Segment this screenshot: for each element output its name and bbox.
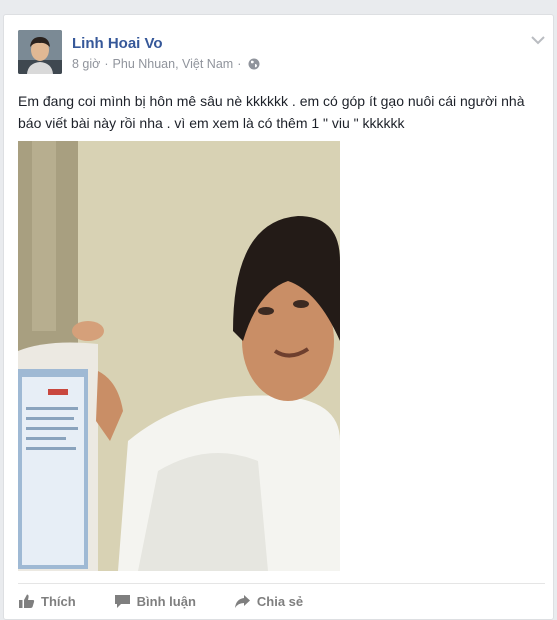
actions-divider [18, 583, 545, 584]
share-label: Chia sẻ [256, 593, 304, 609]
post-timestamp[interactable]: 8 giờ [72, 57, 100, 71]
meta-separator: · [237, 57, 242, 71]
post-photo[interactable] [18, 141, 340, 571]
meta-separator: · [104, 57, 109, 71]
comment-icon [114, 595, 130, 608]
post-actions-bar: Thích Bình luận Chia sẻ [18, 593, 303, 609]
author-avatar[interactable] [18, 30, 62, 74]
like-button[interactable]: Thích [18, 593, 76, 609]
feed-post-card: Linh Hoai Vo 8 giờ · Phu Nhuan, Việt Nam… [3, 14, 554, 620]
globe-icon[interactable] [248, 58, 260, 70]
post-text: Em đang coi mình bị hôn mê sâu nè kkkkkk… [18, 93, 525, 131]
share-arrow-icon [234, 595, 250, 608]
share-button[interactable]: Chia sẻ [234, 593, 303, 609]
chevron-down-icon[interactable] [531, 35, 545, 45]
photo-illustration [18, 141, 340, 571]
thumbs-up-icon [19, 594, 35, 608]
comment-button[interactable]: Bình luận [114, 593, 196, 609]
post-meta: 8 giờ · Phu Nhuan, Việt Nam · [72, 57, 260, 71]
author-name-link[interactable]: Linh Hoai Vo [72, 35, 163, 52]
post-location[interactable]: Phu Nhuan, Việt Nam [113, 57, 234, 71]
comment-label: Bình luận [136, 593, 196, 609]
like-label: Thích [41, 593, 76, 609]
